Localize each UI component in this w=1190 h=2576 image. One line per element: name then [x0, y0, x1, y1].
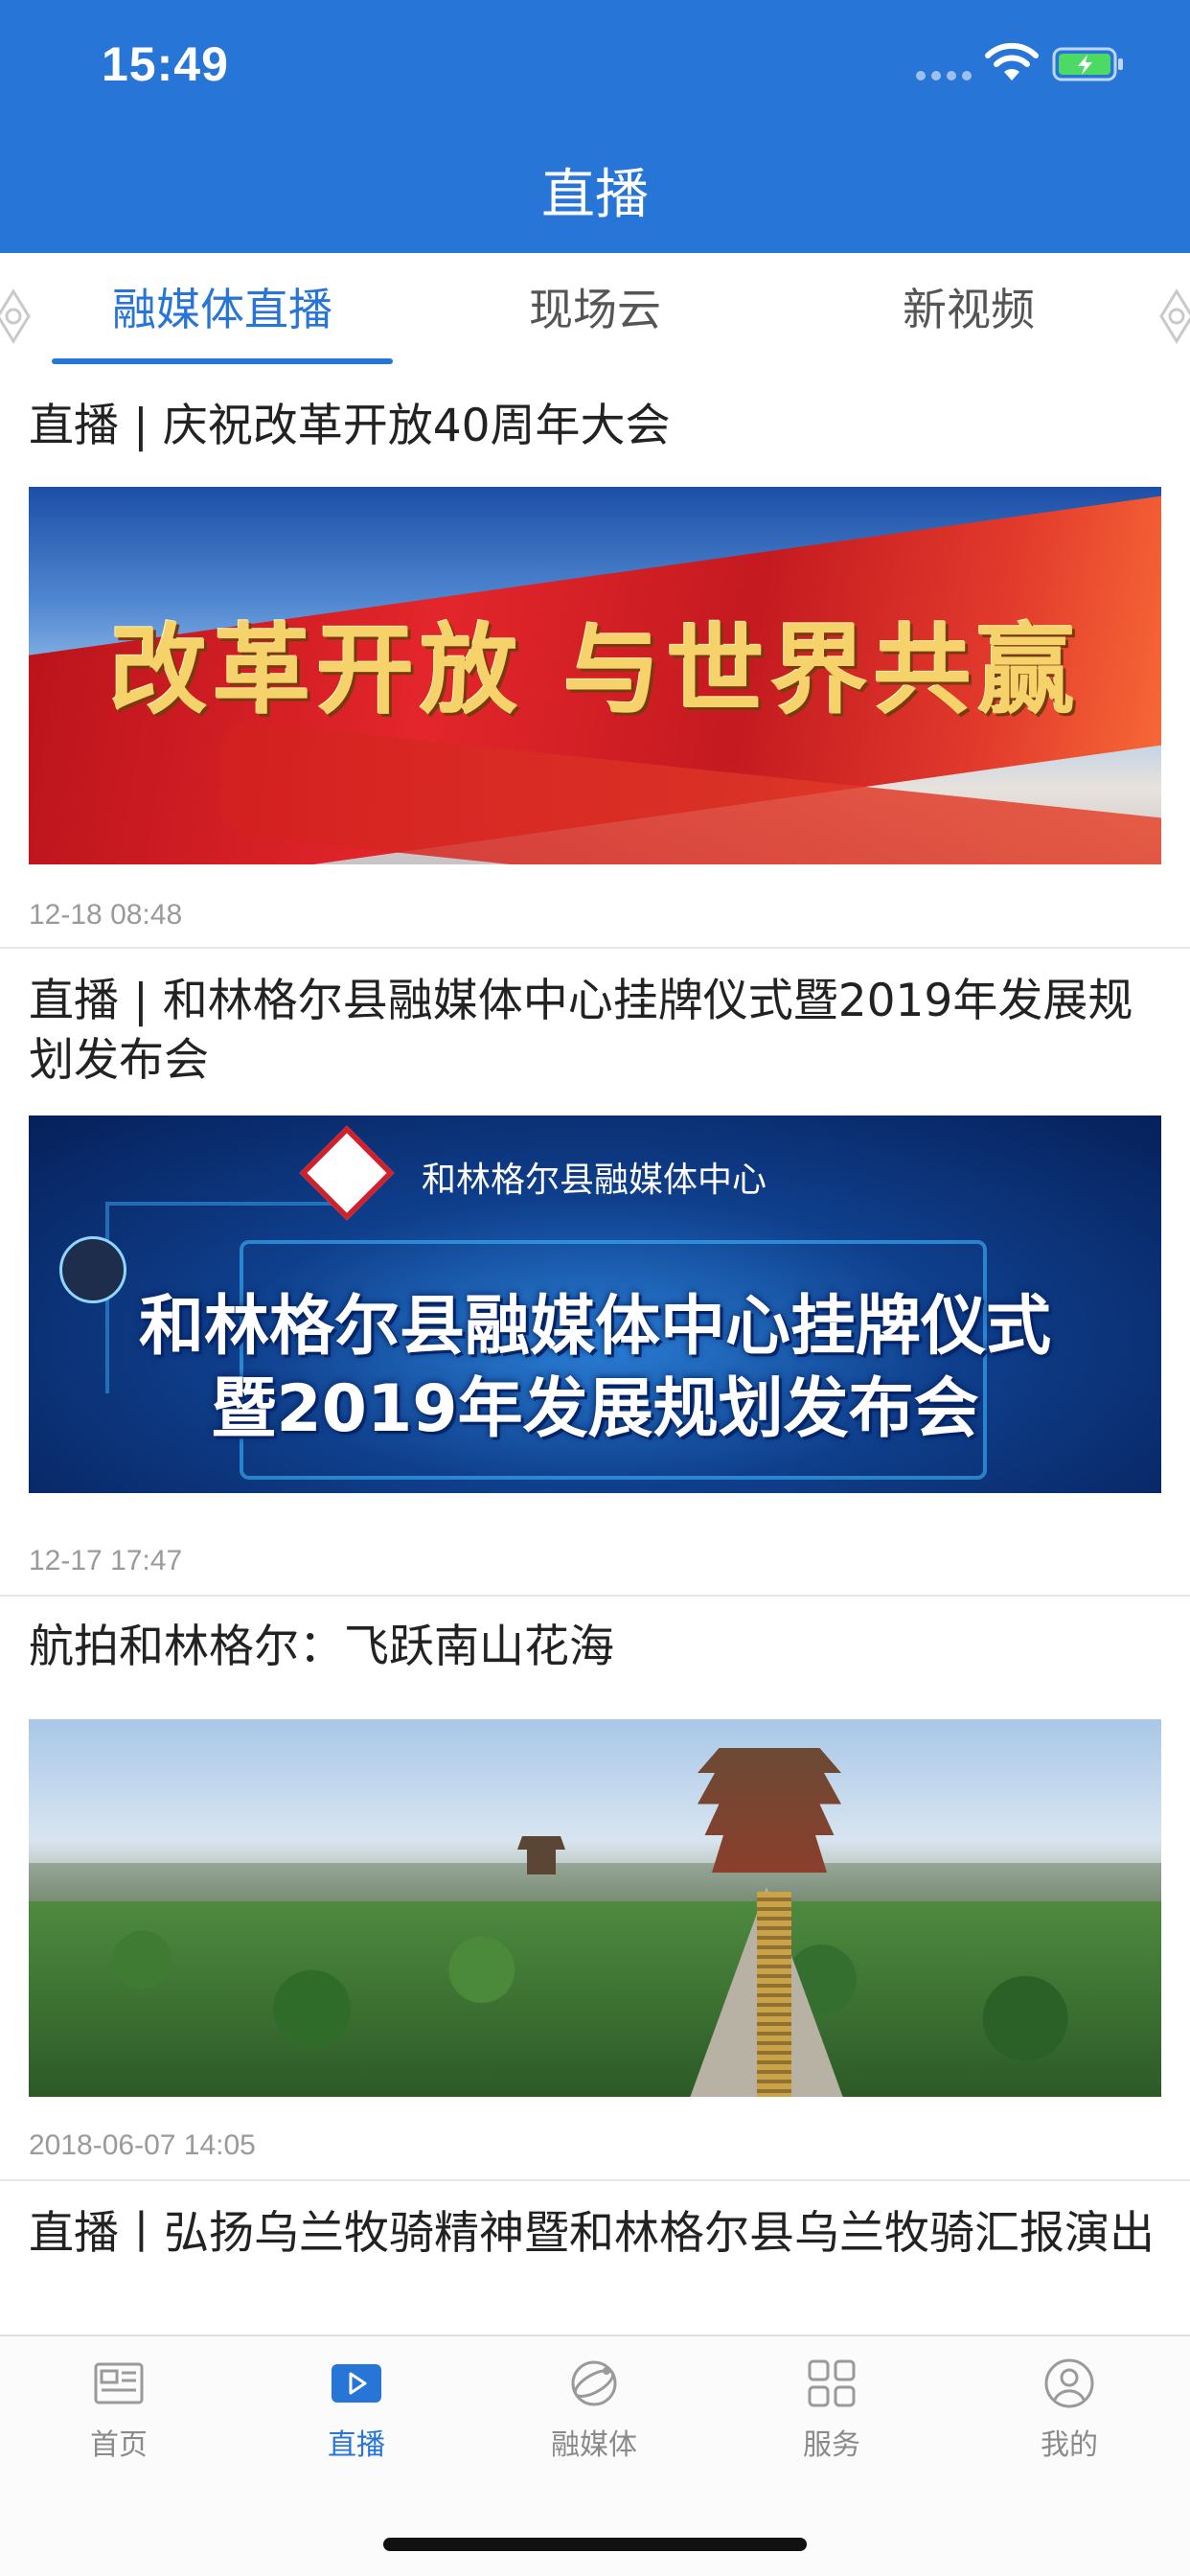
live-feed-list[interactable]: 直播 | 庆祝改革开放40周年大会 改革开放 与世界共赢 12-18 08:48…	[0, 366, 1190, 2334]
tabbar-item-profile[interactable]: 我的	[973, 2356, 1165, 2471]
tabbar-item-live[interactable]: 直播	[261, 2356, 452, 2471]
list-item[interactable]: 直播 | 和林格尔县融媒体中心挂牌仪式暨2019年发展规划发布会 和林格尔县融媒…	[0, 949, 1190, 1597]
channel-tabs: 融媒体直播 现场云 新视频	[0, 253, 1190, 366]
tabbar-label: 直播	[328, 2428, 385, 2462]
ornament-icon	[1159, 288, 1190, 344]
list-item[interactable]: 航拍和林格尔：飞跃南山花海 2018-06-07 14:05	[0, 1597, 1190, 2181]
item-title: 直播丨弘扬乌兰牧骑精神暨和林格尔县乌兰牧骑汇报演出	[29, 2207, 1155, 2260]
wifi-icon	[985, 42, 1039, 80]
ornament-icon	[0, 288, 31, 344]
item-thumbnail[interactable]: 和林格尔县融媒体中心 和林格尔县融媒体中心挂牌仪式 暨2019年发展规划发布会	[29, 1116, 1161, 1493]
thumbnail-headline: 和林格尔县融媒体中心挂牌仪式 暨2019年发展规划发布会	[138, 1289, 1051, 1447]
home-indicator[interactable]	[383, 2538, 807, 2551]
item-title: 直播 | 和林格尔县融媒体中心挂牌仪式暨2019年发展规划发布会	[29, 975, 1133, 1087]
item-title: 直播 | 庆祝改革开放40周年大会	[29, 400, 671, 452]
thumbnail-org: 和林格尔县融媒体中心	[422, 1161, 767, 1200]
list-item[interactable]: 直播 | 庆祝改革开放40周年大会 改革开放 与世界共赢 12-18 08:48	[0, 366, 1190, 949]
play-icon	[332, 2364, 381, 2403]
tower-image	[698, 1748, 841, 1873]
tabbar-label: 首页	[90, 2428, 148, 2462]
tabbar-label: 服务	[803, 2428, 860, 2462]
item-title: 航拍和林格尔：飞跃南山花海	[29, 1621, 614, 1673]
app-header: 15:49 直播	[0, 0, 1190, 253]
list-item[interactable]: 直播丨弘扬乌兰牧骑精神暨和林格尔县乌兰牧骑汇报演出	[0, 2181, 1190, 2334]
tabbar-item-media[interactable]: 融媒体	[498, 2356, 690, 2471]
status-bar: 15:49	[0, 0, 1190, 134]
page-title: 直播	[541, 164, 649, 226]
cellular-signal-icon	[916, 71, 972, 80]
tab-new-video[interactable]: 新视频	[801, 276, 1136, 343]
status-time: 15:49	[102, 37, 229, 91]
item-timestamp: 2018-06-07 14:05	[29, 2129, 256, 2161]
tabbar-label: 融媒体	[551, 2428, 637, 2462]
thumbnail-slogan: 改革开放 与世界共赢	[109, 613, 1081, 728]
item-thumbnail[interactable]	[29, 1719, 1161, 2097]
profile-icon	[1044, 2358, 1094, 2408]
tabbar-item-home[interactable]: 首页	[23, 2356, 215, 2471]
item-timestamp: 12-18 08:48	[29, 899, 183, 931]
battery-charging-icon	[1052, 47, 1123, 81]
item-thumbnail[interactable]: 改革开放 与世界共赢	[29, 487, 1161, 864]
active-tab-indicator	[52, 358, 393, 364]
tab-scene-cloud[interactable]: 现场云	[427, 276, 763, 343]
tabbar-label: 我的	[1041, 2428, 1098, 2462]
grid-icon	[808, 2359, 856, 2407]
news-icon	[94, 2362, 144, 2404]
tabbar-item-services[interactable]: 服务	[736, 2356, 927, 2471]
globe-icon	[571, 2360, 617, 2406]
item-timestamp: 12-17 17:47	[29, 1545, 183, 1576]
tab-media-live[interactable]: 融媒体直播	[52, 276, 393, 343]
